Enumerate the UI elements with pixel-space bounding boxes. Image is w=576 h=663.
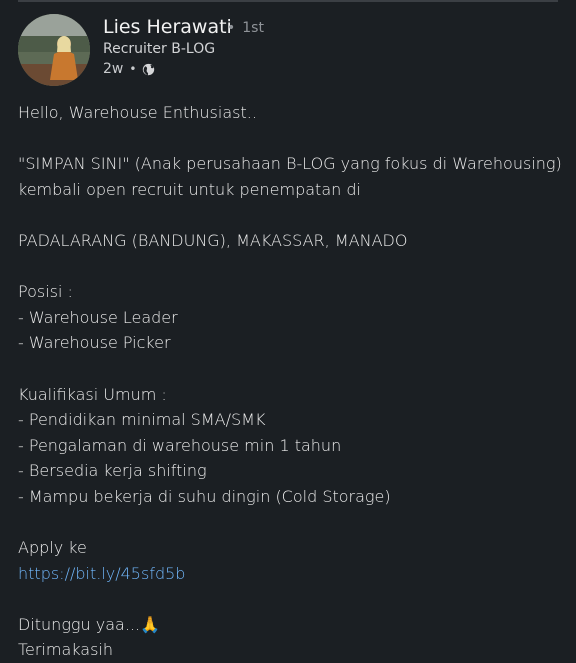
qualification-item: - Bersedia kerja shifting: [18, 461, 207, 481]
closing-text: Ditunggu yaa...: [18, 614, 141, 634]
intro-line: kembali open recruit untuk penempatan di: [18, 179, 361, 199]
position-item: - Warehouse Leader: [18, 307, 178, 327]
qualifications-heading: Kualifikasi Umum :: [18, 384, 167, 404]
qualification-item: - Pengalaman di warehouse min 1 tahun: [18, 435, 342, 455]
globe-icon: [143, 63, 155, 75]
degree-separator: •: [227, 20, 236, 36]
post-time: 2w: [103, 61, 124, 77]
apply-link[interactable]: https://bit.ly/45sfd5b: [18, 564, 185, 583]
pray-emoji-icon: 🙏: [140, 614, 161, 634]
position-item: - Warehouse Picker: [18, 333, 171, 353]
post-meta: 2w •: [103, 61, 155, 77]
apply-label: Apply ke: [18, 538, 87, 558]
connection-degree: • 1st: [227, 20, 264, 36]
post-card: Lies Herawati • 1st Recruiter B-LOG 2w • …: [0, 0, 576, 663]
qualification-item: - Mampu bekerja di suhu dingin (Cold Sto…: [18, 486, 391, 506]
intro-line: "SIMPAN SINI" (Anak perusahaan B-LOG yan…: [18, 154, 562, 174]
closing-line: Ditunggu yaa...🙏: [18, 612, 568, 638]
positions-heading: Posisi :: [18, 282, 73, 302]
author-name[interactable]: Lies Herawati: [103, 16, 232, 38]
meta-separator: •: [129, 62, 137, 76]
apply-link-line: https://bit.ly/45sfd5b: [18, 561, 568, 587]
avatar[interactable]: [18, 14, 90, 86]
thanks-line: Terimakasih: [18, 640, 114, 660]
qualification-item: - Pendidikan minimal SMA/SMK: [18, 410, 266, 430]
locations-line: PADALARANG (BANDUNG), MAKASSAR, MANADO: [18, 230, 408, 250]
avatar-photo: [18, 14, 90, 86]
greeting-line: Hello, Warehouse Enthusiast..: [18, 103, 257, 122]
degree-label: 1st: [242, 20, 264, 36]
author-headline: Recruiter B-LOG: [103, 41, 216, 57]
post-body: Hello, Warehouse Enthusiast.. "SIMPAN SI…: [18, 100, 568, 663]
